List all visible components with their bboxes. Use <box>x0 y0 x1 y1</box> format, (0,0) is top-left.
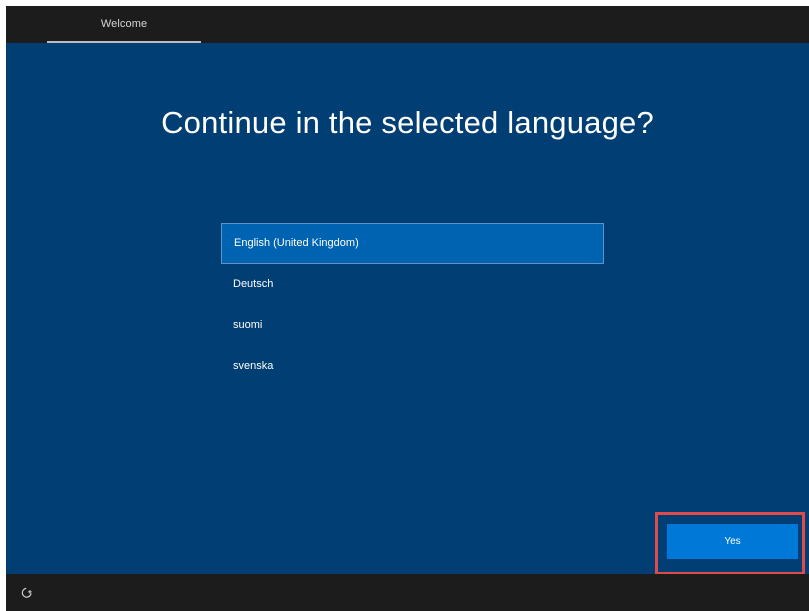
language-list: English (United Kingdom) Deutsch suomi s… <box>221 223 604 387</box>
accessibility-icon[interactable] <box>21 587 33 599</box>
language-option-suomi[interactable]: suomi <box>221 305 604 346</box>
yes-button[interactable]: Yes <box>667 524 798 559</box>
top-bar: Welcome <box>6 6 809 43</box>
main-panel: Continue in the selected language? Engli… <box>6 43 809 574</box>
language-option-english-uk[interactable]: English (United Kingdom) <box>221 223 604 264</box>
page-title: Continue in the selected language? <box>161 105 654 140</box>
bottom-bar <box>6 574 809 611</box>
language-option-deutsch[interactable]: Deutsch <box>221 264 604 305</box>
setup-screen: Welcome Continue in the selected languag… <box>6 6 809 611</box>
language-option-svenska[interactable]: svenska <box>221 346 604 387</box>
tab-welcome: Welcome <box>47 6 201 43</box>
